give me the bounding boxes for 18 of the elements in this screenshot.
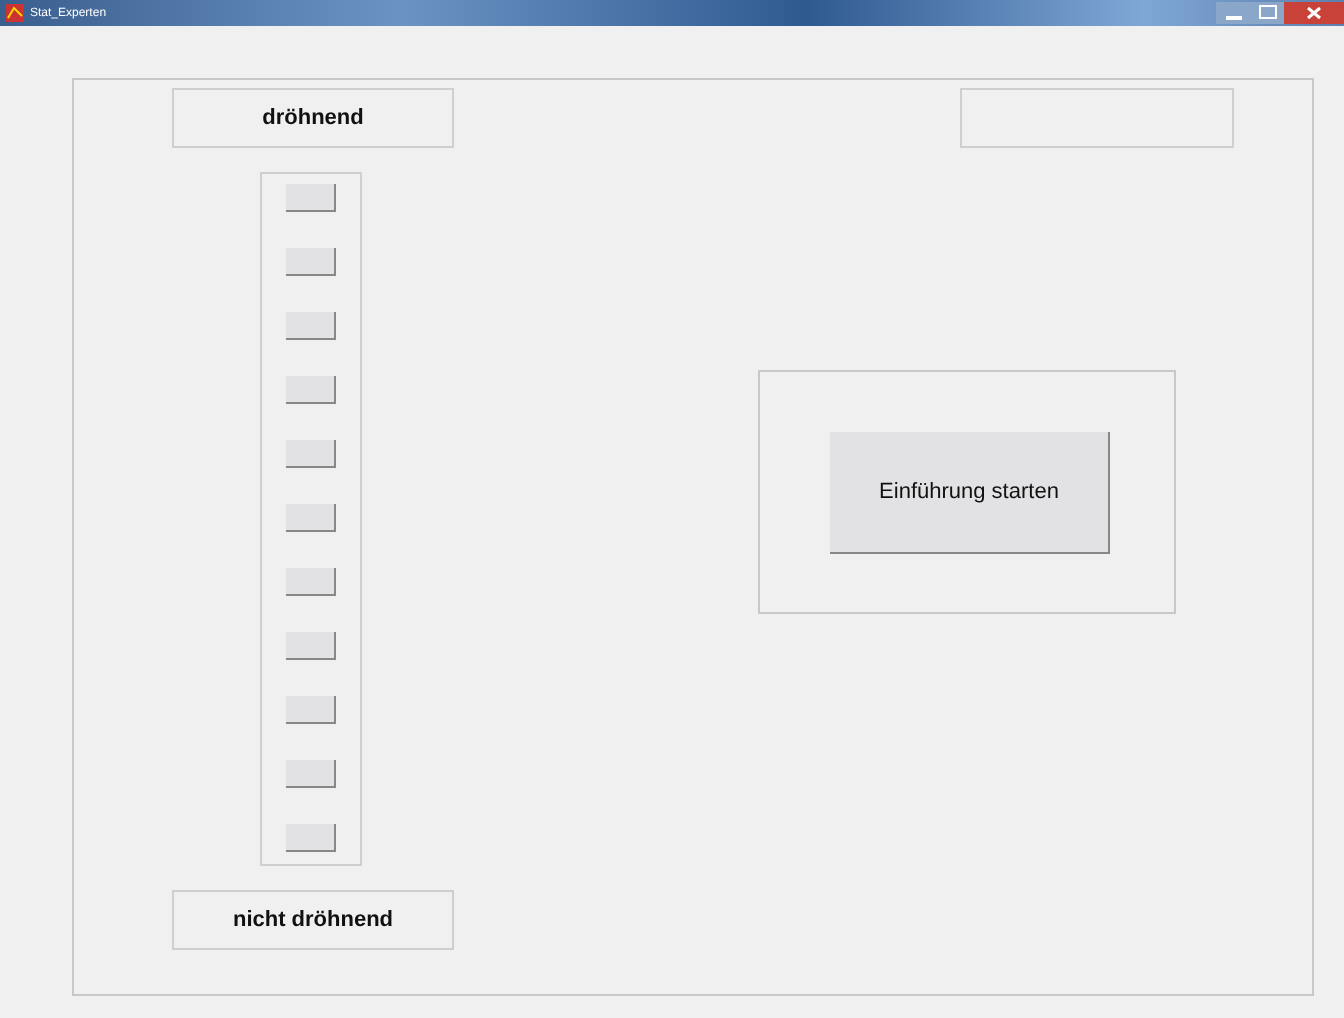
scale-button[interactable] [286,248,336,276]
start-button[interactable]: Einführung starten [830,432,1110,554]
close-icon[interactable] [1284,2,1344,24]
scale-button[interactable] [286,696,336,724]
scale-button[interactable] [286,376,336,404]
scale-button[interactable] [286,184,336,212]
scale-button[interactable] [286,312,336,340]
scale-label: nicht dröhnend [172,890,454,950]
scale-button[interactable] [286,504,336,532]
scale-label: dröhnend [172,88,454,148]
scale-button[interactable] [286,568,336,596]
app-icon [6,4,24,22]
scale-button[interactable] [286,440,336,468]
maximize-icon[interactable] [1252,2,1284,24]
scale-button[interactable] [286,760,336,788]
scale-button[interactable] [286,632,336,660]
scale-button[interactable] [286,824,336,852]
minimize-icon[interactable] [1216,2,1252,24]
